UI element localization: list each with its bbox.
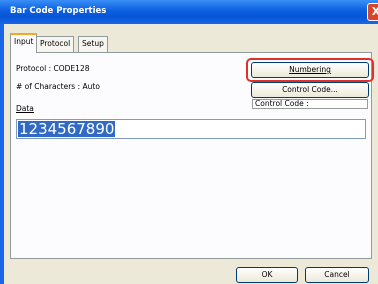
control-code-field-label: Control Code : <box>255 99 309 108</box>
numbering-button-label: Numbering <box>289 65 331 74</box>
control-code-field: Control Code : <box>252 99 368 109</box>
ok-button[interactable]: OK <box>236 267 298 283</box>
close-button[interactable]: X <box>367 3 378 21</box>
window-border <box>0 24 4 284</box>
cancel-button[interactable]: Cancel <box>305 267 369 283</box>
protocol-label: Protocol : CODE128 <box>16 64 90 73</box>
data-label: Data <box>16 104 34 113</box>
characters-label: # of Characters : Auto <box>16 82 100 91</box>
ok-button-label: OK <box>261 270 273 279</box>
data-input[interactable]: 1234567890 <box>16 119 366 139</box>
tab-input-label: Input <box>14 37 34 46</box>
numbering-button[interactable]: Numbering <box>251 62 369 78</box>
tab-setup-label: Setup <box>82 39 104 48</box>
bar-code-properties-dialog: Bar Code Properties X Input Protocol Set… <box>0 0 378 284</box>
data-input-value: 1234567890 <box>18 120 116 138</box>
tab-setup[interactable]: Setup <box>78 36 108 52</box>
control-code-button[interactable]: Control Code... <box>251 82 369 98</box>
tab-input[interactable]: Input <box>10 33 38 53</box>
tab-protocol[interactable]: Protocol <box>36 36 75 52</box>
cancel-button-label: Cancel <box>324 270 350 279</box>
control-code-button-label: Control Code... <box>282 85 338 94</box>
tab-protocol-label: Protocol <box>40 39 71 48</box>
title-bar[interactable]: Bar Code Properties X <box>0 0 378 24</box>
window-title: Bar Code Properties <box>10 6 107 16</box>
